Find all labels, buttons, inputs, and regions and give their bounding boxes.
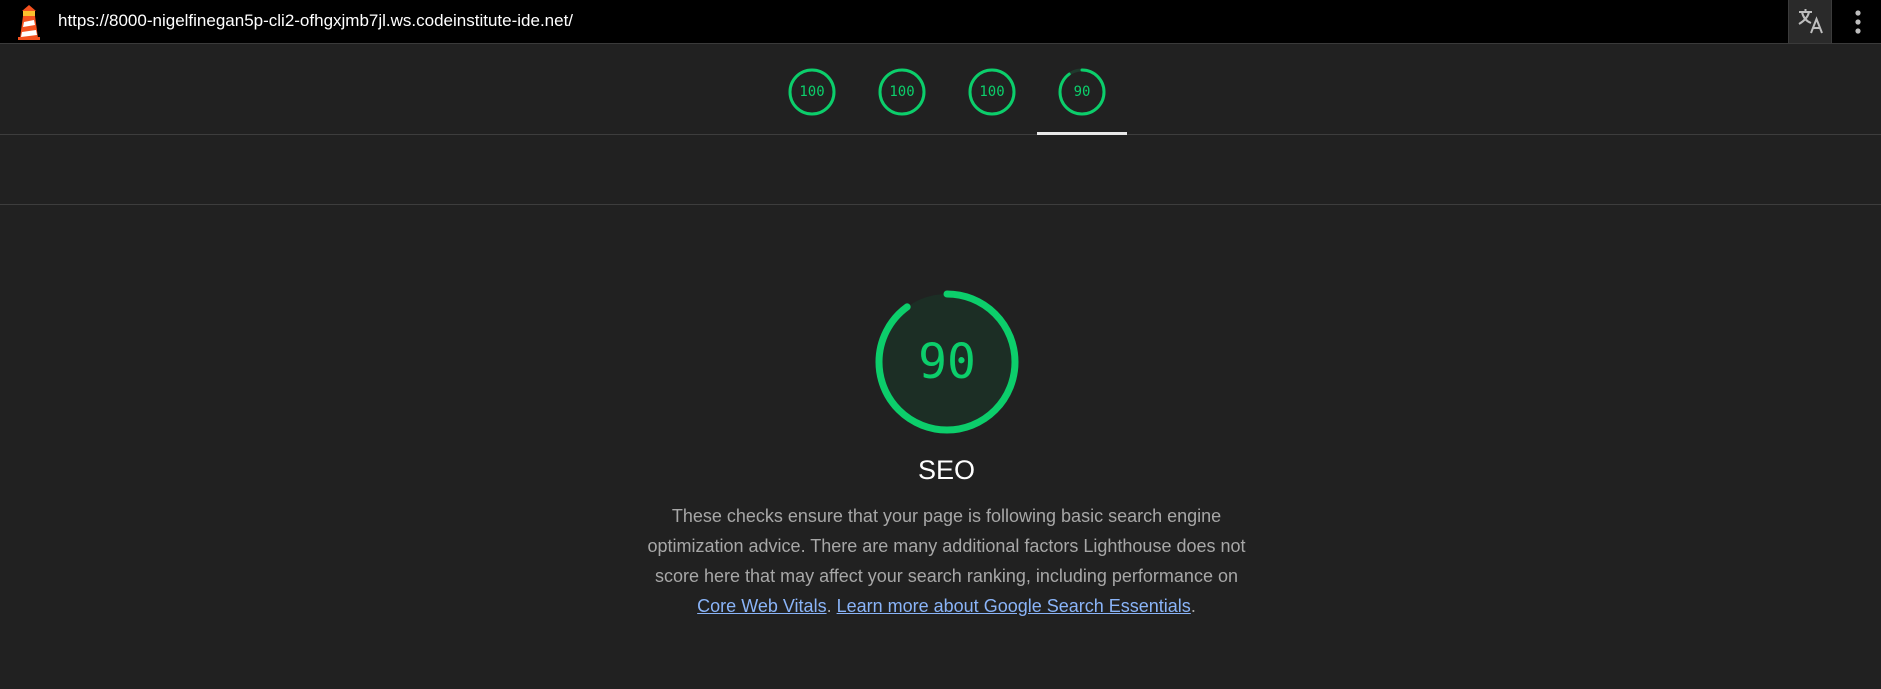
core-web-vitals-link[interactable]: Core Web Vitals [697, 596, 826, 616]
translate-button[interactable] [1788, 0, 1832, 43]
score-gauge-value: 90 [1073, 84, 1091, 100]
url-text: https://8000-nigelfinegan5p-cli2-ofhgxjm… [58, 11, 574, 30]
score-gauges-bar: 100 100 100 90 [0, 44, 1881, 135]
learn-more-link[interactable]: Learn more about Google Search Essential… [837, 596, 1191, 616]
category-title: SEO [917, 455, 976, 485]
category-description: These checks ensure that your page is fo… [640, 501, 1253, 621]
score-gauge-value: 100 [889, 84, 915, 100]
lighthouse-logo-icon [14, 4, 44, 40]
category-description-text: These checks ensure that your page is fo… [647, 506, 1246, 586]
sticky-header-spacer [0, 135, 1881, 205]
description-separator: . [826, 596, 837, 616]
score-gauge-2[interactable]: 100 [878, 68, 926, 116]
category-score-gauge: 90 [873, 288, 1021, 436]
translate-icon [1798, 9, 1823, 34]
more-vert-icon [1855, 10, 1861, 34]
score-gauge-seo[interactable]: 90 [1058, 68, 1106, 116]
score-gauge-1[interactable]: 100 [788, 68, 836, 116]
score-gauge-value: 100 [799, 84, 825, 100]
description-end: . [1190, 596, 1196, 616]
menu-button[interactable] [1846, 6, 1870, 38]
score-gauge-3[interactable]: 100 [968, 68, 1016, 116]
top-bar: https://8000-nigelfinegan5p-cli2-ofhgxjm… [0, 0, 1881, 44]
category-score-value: 90 [918, 334, 976, 390]
score-gauge-value: 100 [979, 84, 1005, 100]
